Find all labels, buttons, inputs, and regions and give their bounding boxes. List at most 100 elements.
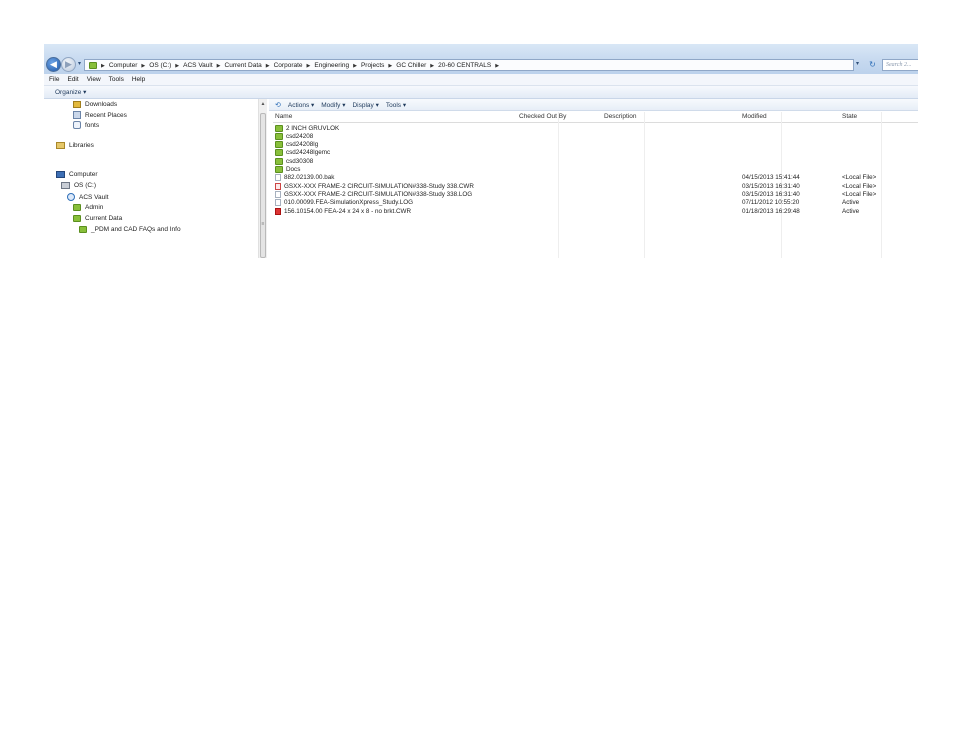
nav-label: Recent Places (85, 111, 127, 119)
file-name-cell: GSXX-XXX FRAME-2 CIRCUIT-SIMULATION#338-… (275, 190, 473, 198)
back-arrow-icon[interactable]: ◀ (46, 57, 61, 72)
folder-icon (79, 226, 87, 233)
file-row[interactable]: GSXX-XXX FRAME-2 CIRCUIT-SIMULATION#338-… (273, 182, 918, 191)
scrollbar-thumb[interactable] (260, 113, 266, 258)
file-name-cell: 2 INCH GRUVLOK (275, 124, 340, 132)
file-name-cell: 882.02139.00.bak (275, 174, 334, 182)
organize-button[interactable]: Organize ▾ (55, 88, 86, 96)
file-row[interactable]: GSXX-XXX FRAME-2 CIRCUIT-SIMULATION#338-… (273, 190, 918, 199)
file-state: <Local File> (842, 174, 877, 182)
column-description[interactable]: Description (604, 113, 637, 120)
menu-help[interactable]: Help (132, 76, 145, 83)
breadcrumb-item[interactable]: Engineering (314, 62, 349, 69)
nav-pdm-faqs[interactable]: _PDM and CAD FAQs and Info (79, 226, 181, 233)
pdm-actions-menu[interactable]: Actions ▾ (288, 101, 314, 109)
file-name: 2 INCH GRUVLOK (286, 124, 340, 132)
column-headers: Name Checked Out By Description Modified… (273, 112, 918, 123)
recent-places-icon (73, 111, 81, 119)
nav-libraries[interactable]: Libraries (56, 142, 94, 149)
breadcrumb-separator-icon[interactable]: ▶ (495, 63, 499, 69)
file-state: <Local File> (842, 182, 877, 190)
breadcrumb-separator-icon[interactable]: ▶ (307, 63, 311, 69)
breadcrumb-item[interactable]: Projects (361, 62, 384, 69)
file-row[interactable]: csd24208lg (273, 141, 918, 149)
file-modified: 03/15/2013 16:31:40 (742, 190, 800, 198)
drive-icon (61, 182, 70, 189)
breadcrumb-item[interactable]: Computer (109, 62, 138, 69)
file-row[interactable]: csd24248lgemc (273, 149, 918, 157)
file-name: GSXX-XXX FRAME-2 CIRCUIT-SIMULATION#338-… (284, 190, 473, 198)
column-state[interactable]: State (842, 113, 857, 120)
file-name-cell: 010.00099.FEA-SimulationXpress_Study.LOG (275, 199, 414, 207)
refresh-icon[interactable]: ↻ (867, 59, 878, 70)
breadcrumb-item[interactable]: OS (C:) (149, 62, 171, 69)
folder-icon (73, 204, 81, 211)
vault-refresh-icon[interactable]: ⟲ (275, 101, 281, 109)
breadcrumb-separator-icon[interactable]: ▶ (388, 63, 392, 69)
file-row[interactable]: Docs (273, 166, 918, 174)
file-row[interactable]: 882.02139.00.bak 04/15/2013 15:41:44 <Loca… (273, 174, 918, 182)
file-icon (275, 190, 281, 198)
breadcrumb-separator-icon[interactable]: ▶ (101, 63, 105, 69)
nav-computer[interactable]: Computer (56, 171, 98, 178)
nav-label: _PDM and CAD FAQs and Info (91, 226, 181, 233)
folder-icon (89, 61, 97, 69)
nav-downloads[interactable]: Downloads (73, 101, 117, 108)
nav-recent-places[interactable]: Recent Places (73, 111, 127, 119)
scroll-up-arrow-icon[interactable]: ▲ (259, 100, 267, 108)
file-name-cell: csd30308 (275, 157, 313, 165)
file-row[interactable]: csd24208 (273, 132, 918, 141)
file-list-pane: ⟲ Actions ▾ Modify ▾ Display ▾ Tools ▾ N… (269, 99, 918, 258)
breadcrumb-items: ▶ Computer ▶ OS (C:) ▶ ACS Vault ▶ Current Data… (97, 62, 503, 69)
breadcrumb-item[interactable]: Current Data (225, 62, 262, 69)
pdm-tools-menu[interactable]: Tools ▾ (386, 101, 406, 109)
file-name-cell: Docs (275, 166, 300, 173)
file-name: GSXX-XXX FRAME-2 CIRCUIT-SIMULATION#338-… (284, 182, 474, 190)
menu-edit[interactable]: Edit (67, 76, 78, 83)
breadcrumb-separator-icon[interactable]: ▶ (430, 63, 434, 69)
folder-icon (275, 141, 283, 149)
fonts-icon (73, 121, 81, 129)
recent-pages-dropdown-icon[interactable]: ▾ (78, 60, 81, 67)
file-row[interactable]: csd30308 (273, 157, 918, 166)
file-name: Docs (286, 166, 301, 173)
pdm-modify-menu[interactable]: Modify ▾ (321, 101, 345, 109)
menu-view[interactable]: View (87, 76, 101, 83)
menu-tools[interactable]: Tools (109, 76, 124, 83)
breadcrumb-item[interactable]: 20-60 CENTRALS (438, 62, 491, 69)
file-icon (275, 199, 281, 207)
pdm-display-menu[interactable]: Display ▾ (352, 101, 378, 109)
breadcrumb-item[interactable]: GC Chiller (396, 62, 426, 69)
file-row[interactable]: 156.10154.00 FEA-24 x 24 x 8 - no brkt.C… (273, 207, 918, 216)
breadcrumb[interactable]: ▶ Computer ▶ OS (C:) ▶ ACS Vault ▶ Current Data… (84, 59, 854, 71)
menu-file[interactable]: File (49, 76, 59, 83)
file-row[interactable]: 2 INCH GRUVLOK (273, 124, 918, 133)
nav-label: ACS Vault (79, 193, 109, 201)
file-row[interactable]: 010.00099.FEA-SimulationXpress_Study.LOG… (273, 199, 918, 207)
navigation-pane: Downloads Recent Places fonts Libraries … (44, 99, 258, 258)
breadcrumb-separator-icon[interactable]: ▶ (266, 63, 270, 69)
search-input[interactable]: Search 2... (882, 59, 918, 71)
nav-acs-vault[interactable]: ACS Vault (67, 193, 109, 201)
simulation-file-icon (275, 207, 281, 215)
column-name[interactable]: Name (275, 113, 292, 120)
nav-pane-scrollbar[interactable]: ▲ ≡ (258, 99, 267, 258)
file-name: 010.00099.FEA-SimulationXpress_Study.LOG (284, 199, 414, 207)
breadcrumb-separator-icon[interactable]: ▶ (175, 63, 179, 69)
nav-admin[interactable]: Admin (73, 204, 103, 211)
address-dropdown-icon[interactable]: ▾ (856, 60, 859, 67)
column-modified[interactable]: Modified (742, 113, 767, 120)
breadcrumb-item[interactable]: ACS Vault (183, 62, 213, 69)
breadcrumb-separator-icon[interactable]: ▶ (217, 63, 221, 69)
nav-fonts[interactable]: fonts (73, 121, 99, 129)
nav-os-drive[interactable]: OS (C:) (61, 182, 96, 189)
breadcrumb-separator-icon[interactable]: ▶ (353, 63, 357, 69)
file-state: Active (842, 199, 860, 207)
forward-arrow-icon[interactable]: ▶ (61, 57, 76, 72)
breadcrumb-item[interactable]: Corporate (274, 62, 303, 69)
folder-icon (275, 157, 283, 165)
breadcrumb-separator-icon[interactable]: ▶ (141, 63, 145, 69)
nav-current-data[interactable]: Current Data (73, 215, 122, 222)
nav-label: Current Data (85, 215, 123, 222)
column-checked-out-by[interactable]: Checked Out By (519, 113, 566, 120)
